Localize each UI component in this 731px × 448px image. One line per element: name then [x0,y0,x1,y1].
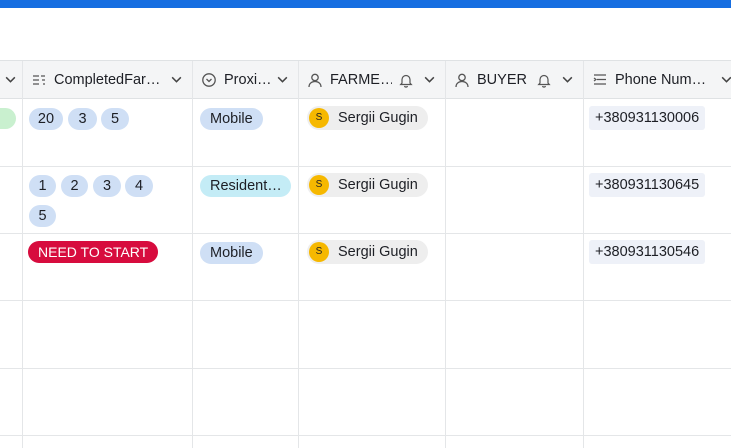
app-top-bar [0,0,731,8]
row-divider [0,166,731,167]
status-badge[interactable]: NEED TO START [28,241,159,263]
grid-header: CompletedFar… Proxi… FARME… BUYER Phone … [0,61,731,99]
column-header-farmer[interactable]: FARME… [299,61,446,99]
user-icon [308,73,322,88]
completed-tag[interactable]: 4 [125,175,153,197]
view-toolbar [0,8,731,61]
column-header-buyer[interactable]: BUYER [446,61,584,99]
phone-field-icon [593,74,606,85]
phone-number[interactable]: +380931130645 [589,173,706,197]
avatar: S [309,175,329,195]
chevron-down-icon[interactable] [4,73,17,86]
chevron-down-icon[interactable] [423,73,436,86]
chevron-down-icon[interactable] [170,73,183,86]
user-icon [455,73,469,88]
table-row[interactable] [0,369,731,435]
completed-tag[interactable]: 2 [61,175,88,197]
user-name: Sergii Gugin [338,244,418,260]
row-divider [0,435,731,436]
avatar: S [309,242,329,262]
farmer-user-chip[interactable]: S Sergii Gugin [307,240,428,264]
bell-icon[interactable] [398,72,414,88]
column-header-partial[interactable] [0,61,23,99]
farmer-user-chip[interactable]: S Sergii Gugin [307,106,428,130]
completed-tag[interactable]: 20 [29,108,63,130]
partial-select-pill[interactable] [0,108,16,129]
column-label: Proxi… [224,72,272,88]
column-label: CompletedFar… [54,72,161,88]
table-row[interactable] [0,301,731,368]
completed-tag[interactable]: 1 [29,175,56,197]
chevron-down-icon[interactable] [276,73,289,86]
column-header-completed[interactable]: CompletedFar… [23,61,193,99]
avatar: S [309,108,329,128]
completed-tag[interactable]: 3 [68,108,97,130]
column-header-proximity[interactable]: Proxi… [193,61,299,99]
single-select-icon [202,73,216,87]
column-label: FARME… [330,72,392,88]
phone-number[interactable]: +380931130006 [589,106,706,130]
proximity-tag[interactable]: Mobile [200,242,263,264]
completed-tag[interactable]: 5 [29,205,56,227]
completed-tag[interactable]: 3 [93,175,121,197]
user-name: Sergii Gugin [338,177,418,193]
bell-icon[interactable] [536,72,552,88]
completed-tag[interactable]: 5 [101,108,129,130]
column-label: Phone Num… [615,72,707,88]
column-header-phone[interactable]: Phone Num… [584,61,731,99]
phone-number[interactable]: +380931130546 [589,240,706,264]
multiple-select-icon [33,75,45,85]
column-label: BUYER [477,72,527,88]
row-divider [0,233,731,234]
chevron-down-icon[interactable] [720,73,731,86]
farmer-user-chip[interactable]: S Sergii Gugin [307,173,428,197]
user-name: Sergii Gugin [338,110,418,126]
proximity-tag[interactable]: Resident… [200,175,291,197]
proximity-tag[interactable]: Mobile [200,108,263,130]
chevron-down-icon[interactable] [561,73,574,86]
